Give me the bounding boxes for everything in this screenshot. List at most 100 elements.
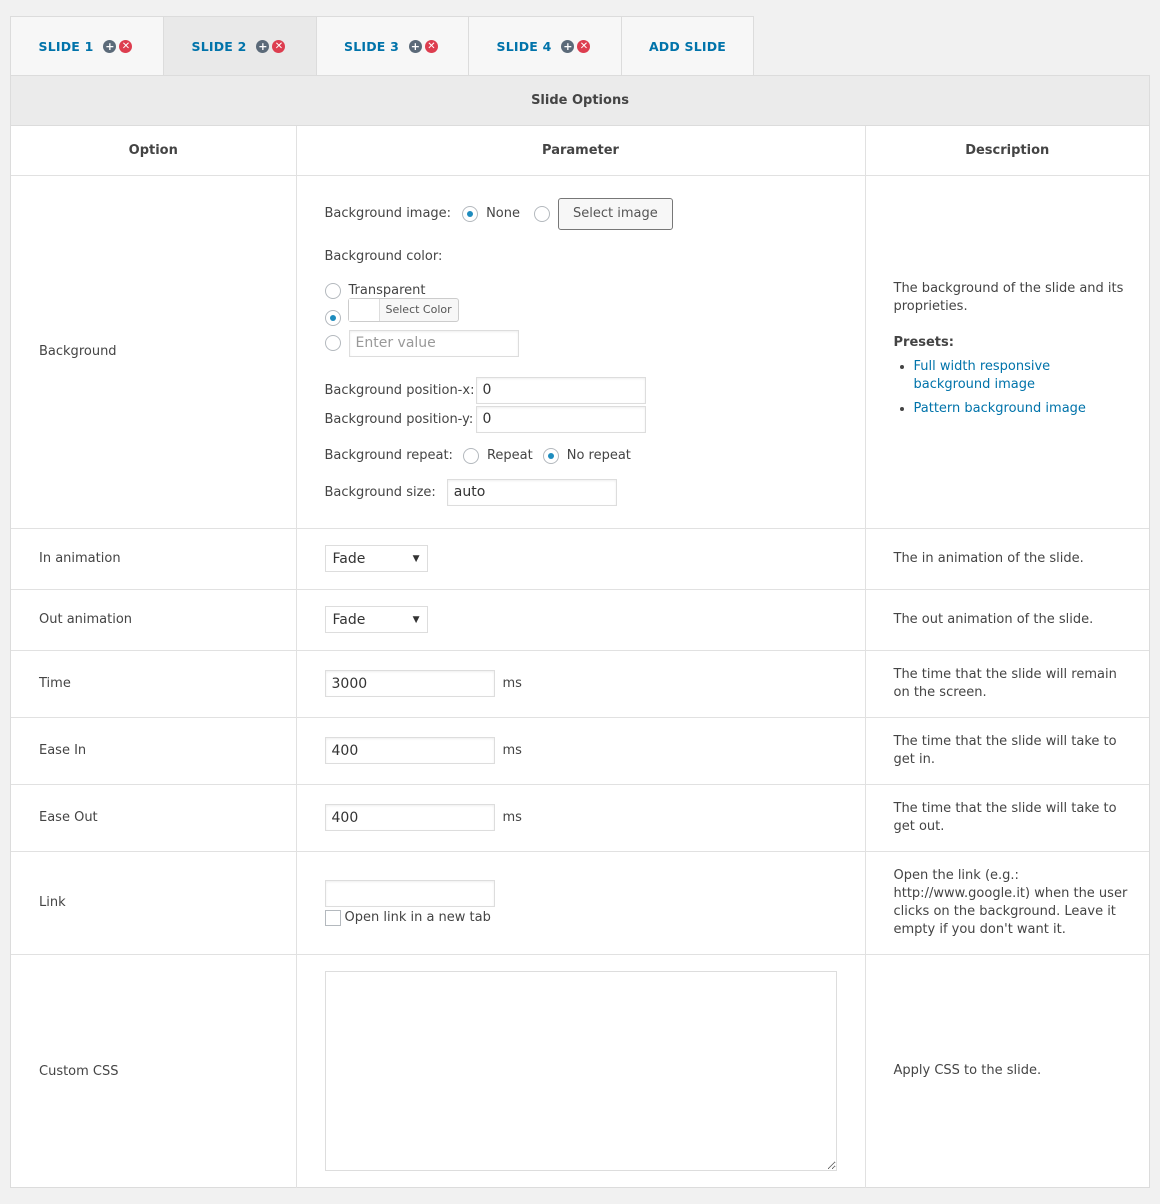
- bg-image-none-radio[interactable]: [462, 205, 479, 222]
- position-y-input[interactable]: 0: [475, 405, 646, 433]
- in-animation-select[interactable]: Fade ▼: [324, 545, 428, 572]
- table-row-custom-css: Custom CSS Apply CSS to the slide.: [11, 954, 1149, 1188]
- out-animation-param: Fade ▼: [296, 589, 866, 651]
- position-x-input[interactable]: 0: [475, 376, 646, 404]
- description-text: The in animation of the slide.: [865, 528, 1149, 590]
- bg-color-transparent-radio[interactable]: [324, 282, 341, 299]
- preset-link-pattern[interactable]: Pattern background image: [914, 401, 1086, 416]
- description-text: Open the link (e.g.: http://www.google.i…: [865, 851, 1149, 955]
- chevron-down-icon: ▼: [412, 614, 420, 625]
- slide-tabs: SLIDE 1 + ✕ SLIDE 2 + ✕ SLIDE 3 + ✕ SLID…: [10, 16, 754, 75]
- ease-out-input[interactable]: 400: [324, 804, 495, 831]
- select-image-button[interactable]: Select image: [557, 197, 673, 230]
- color-value-input[interactable]: Enter value: [348, 329, 519, 357]
- select-value: Fade: [332, 611, 366, 628]
- select-color-button[interactable]: Select Color: [347, 297, 459, 322]
- tab-label: SLIDE 1: [38, 38, 94, 54]
- add-icon[interactable]: +: [103, 39, 117, 53]
- option-label: Out animation: [11, 589, 297, 651]
- presets-list: Full width responsive background image P…: [894, 358, 1130, 418]
- background-color-label: Background color:: [324, 248, 443, 264]
- select-value: Fade: [332, 550, 366, 567]
- option-label: Link: [11, 851, 297, 955]
- tab-label: SLIDE 4: [496, 38, 552, 54]
- bg-color-picker-radio[interactable]: [324, 309, 341, 326]
- tab-slide-4[interactable]: SLIDE 4 + ✕: [469, 16, 622, 75]
- size-label: Background size:: [324, 484, 436, 500]
- preset-item: Pattern background image: [914, 400, 1130, 418]
- option-label: In animation: [11, 528, 297, 590]
- new-tab-checkbox[interactable]: [324, 909, 341, 926]
- tab-add-slide[interactable]: ADD SLIDE: [622, 16, 754, 75]
- preset-link-full-width[interactable]: Full width responsive background image: [914, 359, 1051, 392]
- column-parameter: Parameter: [296, 126, 866, 176]
- background-params: Background image: None Select image Back…: [296, 175, 866, 529]
- custom-css-textarea[interactable]: [324, 971, 837, 1172]
- out-animation-select[interactable]: Fade ▼: [324, 606, 428, 633]
- add-icon[interactable]: +: [561, 39, 575, 53]
- add-icon[interactable]: +: [408, 39, 422, 53]
- table-row-ease-out: Ease Out 400 ms The time that the slide …: [11, 784, 1149, 852]
- color-swatch: [348, 298, 380, 321]
- description-text: The time that the slide will take to get…: [865, 717, 1149, 785]
- option-label: Ease Out: [11, 784, 297, 852]
- delete-icon[interactable]: ✕: [424, 39, 438, 53]
- tab-label: SLIDE 3: [344, 38, 399, 54]
- link-input[interactable]: [324, 879, 495, 907]
- description-text: Apply CSS to the slide.: [893, 1063, 1042, 1079]
- table-row-ease-in: Ease In 400 ms The time that the slide w…: [11, 717, 1149, 785]
- no-repeat-radio[interactable]: [542, 447, 559, 464]
- delete-icon[interactable]: ✕: [119, 39, 133, 53]
- in-animation-param: Fade ▼: [296, 528, 866, 590]
- panel-title: Slide Options: [11, 76, 1149, 126]
- tab-label: ADD SLIDE: [648, 38, 727, 54]
- option-label: Ease In: [11, 717, 297, 785]
- bg-image-custom-radio[interactable]: [533, 205, 550, 222]
- column-description: Description: [865, 126, 1149, 176]
- presets-label: Presets:: [893, 334, 954, 350]
- column-option: Option: [11, 126, 297, 176]
- time-input[interactable]: 3000: [324, 670, 495, 697]
- ease-out-param: 400 ms: [296, 784, 866, 852]
- repeat-radio[interactable]: [462, 447, 479, 464]
- background-image-label: Background image:: [324, 206, 452, 221]
- tab-slide-2[interactable]: SLIDE 2 + ✕: [164, 16, 317, 75]
- delete-icon[interactable]: ✕: [577, 39, 591, 53]
- options-table: Option Parameter Description Background …: [11, 126, 1149, 1188]
- none-label: None: [486, 206, 520, 221]
- select-color-label: Select Color: [385, 303, 452, 316]
- tab-slide-3[interactable]: SLIDE 3 + ✕: [317, 16, 469, 75]
- table-row-link: Link Open link in a new tab Open the lin…: [11, 851, 1149, 955]
- ease-in-param: 400 ms: [296, 717, 866, 785]
- ease-in-input[interactable]: 400: [324, 737, 495, 764]
- slide-editor: SLIDE 1 + ✕ SLIDE 2 + ✕ SLIDE 3 + ✕ SLID…: [0, 0, 1160, 1204]
- time-param: 3000 ms: [296, 650, 866, 718]
- delete-icon[interactable]: ✕: [272, 39, 286, 53]
- option-label: Time: [11, 650, 297, 718]
- option-label: Custom CSS: [11, 954, 297, 1188]
- option-label: Background: [11, 175, 297, 529]
- table-header-row: Option Parameter Description: [11, 126, 1149, 176]
- bg-color-value-radio[interactable]: [324, 335, 341, 351]
- link-param: Open link in a new tab: [296, 851, 866, 955]
- new-tab-label: Open link in a new tab: [344, 910, 491, 925]
- size-input[interactable]: auto: [446, 478, 617, 506]
- unit-label: ms: [502, 743, 522, 758]
- chevron-down-icon: ▼: [412, 553, 420, 564]
- preset-item: Full width responsive background image: [914, 358, 1130, 394]
- add-icon[interactable]: +: [256, 39, 270, 53]
- table-row-out-animation: Out animation Fade ▼ The out animation o…: [11, 589, 1149, 651]
- slide-options-panel: Slide Options Option Parameter Descripti…: [10, 75, 1150, 1188]
- description-text: The out animation of the slide.: [865, 589, 1149, 651]
- custom-css-param: [296, 954, 866, 1188]
- position-y-label: Background position-y:: [324, 411, 474, 427]
- tab-slide-1[interactable]: SLIDE 1 + ✕: [10, 16, 164, 75]
- repeat-option-label: Repeat: [486, 448, 533, 463]
- table-row-time: Time 3000 ms The time that the slide wil…: [11, 650, 1149, 718]
- unit-label: ms: [502, 676, 522, 691]
- transparent-label: Transparent: [348, 283, 426, 298]
- description-text: The background of the slide and its prop…: [893, 280, 1124, 314]
- tab-label: SLIDE 2: [191, 38, 247, 54]
- no-repeat-option-label: No repeat: [566, 448, 631, 463]
- position-x-label: Background position-x:: [324, 382, 475, 398]
